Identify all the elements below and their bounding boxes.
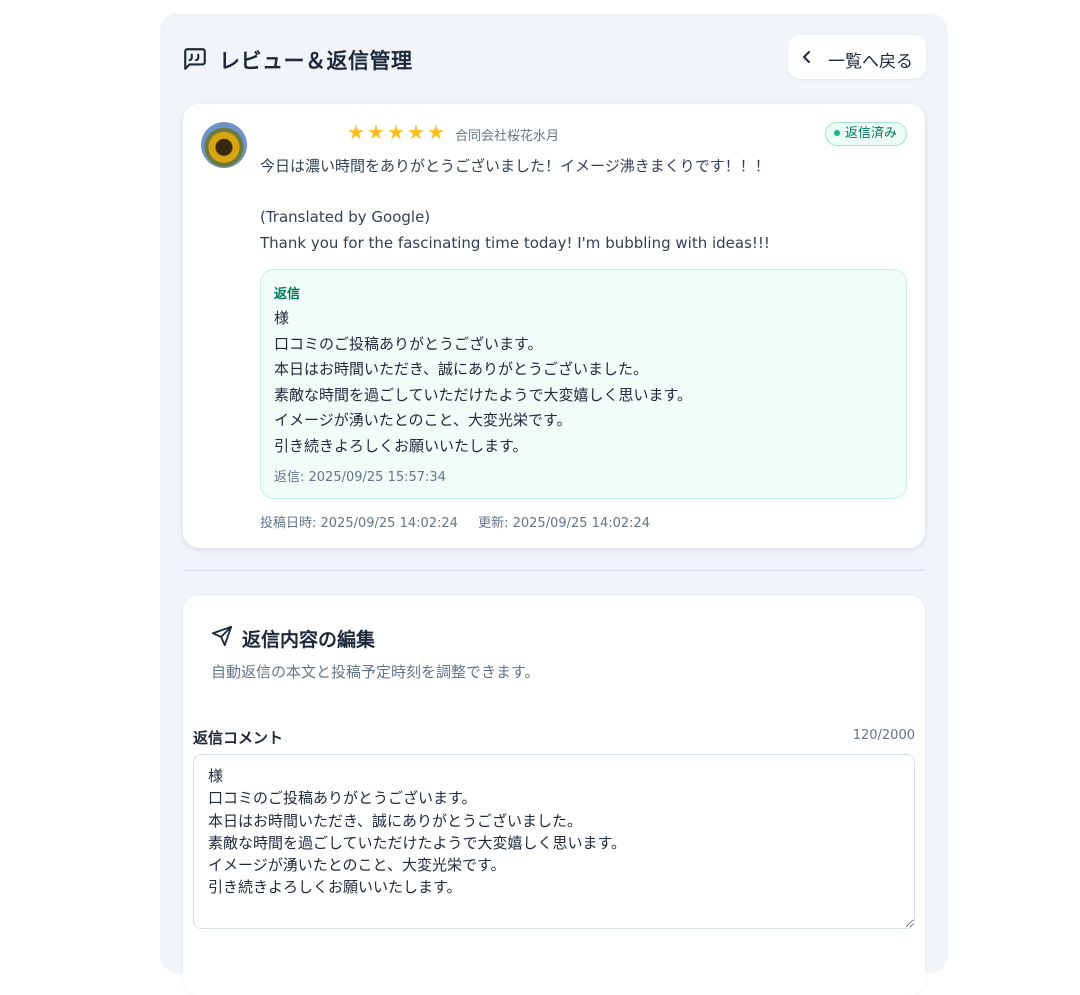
reply-edit-card: 返信内容の編集 自動返信の本文と投稿予定時刻を調整できます。 返信コメント 12… [183,595,925,995]
updated-date: 更新: 2025/09/25 14:02:24 [478,516,651,531]
reply-text: 様 口コミのご投稿ありがとうございます。 本日はお時間いただき、誠にありがとうご… [274,309,693,455]
reply-date: 返信: 2025/09/25 15:57:34 [274,470,446,485]
character-count: 120/2000 [852,728,915,743]
page-title: レビュー＆返信管理 [219,49,413,73]
star-icon: ★ [387,120,405,144]
review-meta: 投稿日時: 2025/09/25 14:02:24 更新: 2025/09/25… [260,512,666,531]
status-label: 返信済み [844,126,897,141]
reviewer-avatar [201,122,247,168]
reply-comment-textarea[interactable]: 様 口コミのご投稿ありがとうございます。 本日はお時間いただき、誠にありがとうご… [193,754,915,929]
message-square-quote-icon [184,48,206,70]
star-icon: ★ [427,120,445,144]
star-icon: ★ [347,120,365,144]
star-rating: ★ ★ ★ ★ ★ [346,120,446,144]
reply-comment-label: 返信コメント [193,729,284,747]
review-card: ★ ★ ★ ★ ★ 合同会社桜花水月 返信済み 今日は濃い時間をありがとうございました！… [183,104,925,548]
star-icon: ★ [407,120,425,144]
business-name: 合同会社桜花水月 [455,129,560,144]
reply-label: 返信 [274,287,301,302]
status-dot-icon [833,129,840,136]
reviewer-name [260,124,340,144]
reply-box: 返信 様 口コミのご投稿ありがとうございます。 本日はお時間いただき、誠にありが… [260,269,907,499]
review-text: 今日は濃い時間をありがとうございました！イメージ沸きまくりです！！！ (Tran… [260,157,770,252]
edit-section-title: 返信内容の編集 [242,629,376,651]
star-icon: ★ [367,120,385,144]
chevron-left-icon [803,51,810,63]
send-icon [211,625,233,647]
edit-section-description: 自動返信の本文と投稿予定時刻を調整できます。 [211,663,540,681]
posted-date: 投稿日時: 2025/09/25 14:02:24 [260,516,458,531]
section-divider [183,570,925,571]
review-management-panel: レビュー＆返信管理 一覧へ戻る ★ ★ ★ ★ ★ 合同会社桜花水月 返信済み 今日は濃… [160,13,948,995]
back-button-label: 一覧へ戻る [828,52,913,72]
status-badge: 返信済み [824,122,907,146]
back-to-list-button[interactable]: 一覧へ戻る [788,35,926,79]
page-header: レビュー＆返信管理 一覧へ戻る [182,35,926,81]
